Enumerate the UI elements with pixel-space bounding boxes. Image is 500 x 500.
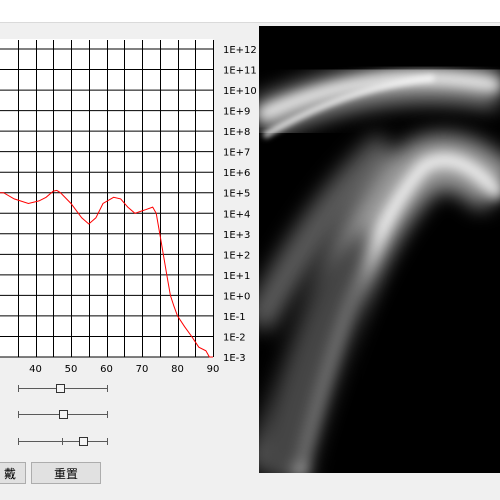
y-tick-label: 1E+12 [223,45,257,56]
left-button[interactable]: 戴 [0,462,26,484]
x-tick-label: 90 [207,364,220,375]
y-tick-label: 1E-2 [223,332,246,343]
slider-3-tick-end [107,438,108,445]
slider-1-tick-start [18,385,19,392]
y-tick-label: 1E+1 [223,271,250,282]
y-tick-label: 1E-1 [223,312,246,323]
slider-2[interactable] [0,407,120,423]
y-tick-label: 1E+6 [223,168,250,179]
y-tick-label: 1E+10 [223,86,257,97]
slider-3-tick-mid [62,438,63,445]
x-tick-label: 50 [65,364,78,375]
y-tick-label: 1E+7 [223,148,250,159]
slider-2-tick-end [107,411,108,418]
y-tick-label: 1E+4 [223,209,250,220]
slider-2-tick-start [18,411,19,418]
render-preview [259,26,500,473]
reset-button[interactable]: 重置 [31,462,101,484]
x-tick-label: 80 [171,364,184,375]
y-tick-label: 1E+2 [223,250,250,261]
slider-2-thumb[interactable] [58,410,68,419]
y-tick-label: 1E-3 [223,353,246,364]
slider-1[interactable] [0,381,120,397]
x-tick-label: 40 [29,364,42,375]
slider-1-tick-end [107,385,108,392]
x-tick-label: 70 [136,364,149,375]
slider-3-thumb[interactable] [78,437,88,446]
slider-3-tick-start [18,438,19,445]
slider-3[interactable] [0,434,120,450]
x-tick-label: 60 [100,364,113,375]
log-chart: 1E+12 1E+11 1E+10 1E+9 1E+8 1E+7 1E+6 1E+5 1E+4 1… [0,39,257,375]
y-tick-label: 1E+8 [223,127,250,138]
y-tick-label: 1E+5 [223,189,250,200]
y-tick-label: 1E+3 [223,230,250,241]
y-tick-label: 1E+0 [223,291,250,302]
slider-3-track [18,441,108,442]
slider-1-thumb[interactable] [55,384,65,393]
y-tick-label: 1E+11 [223,66,257,77]
y-tick-label: 1E+9 [223,107,250,118]
plot-area [0,39,213,357]
